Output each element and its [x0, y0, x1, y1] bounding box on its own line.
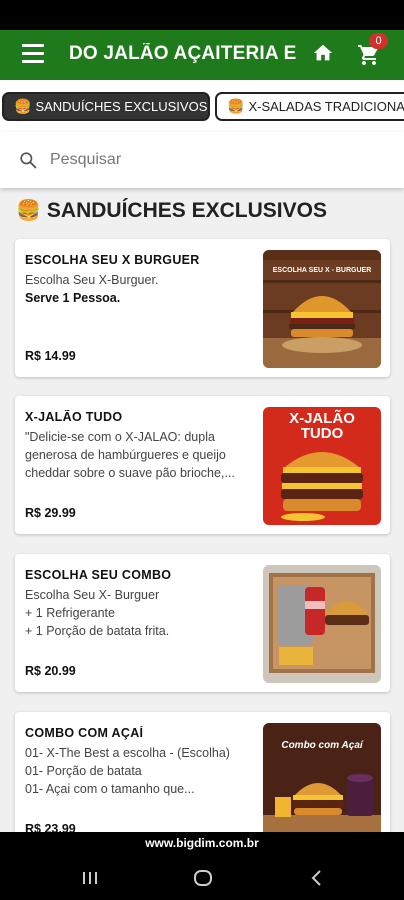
product-card[interactable]: COMBO COM AÇAÍ 01- X-The Best a escolha …	[15, 712, 390, 832]
website-footer: www.bigdim.com.br	[0, 832, 404, 854]
product-description: Escolha Seu X-Burguer. Serve 1 Pessoa.	[25, 271, 257, 307]
main-content: 🍔 SANDUÍCHES EXCLUSIVOS 🍔 X-SALADAS TRAD…	[0, 80, 404, 832]
search-icon	[20, 152, 37, 169]
product-card[interactable]: ESCOLHA SEU COMBO Escolha Seu X- Burguer…	[15, 554, 390, 692]
home-icon[interactable]	[312, 42, 334, 64]
description-line: + 1 Porção de batata frita.	[25, 624, 170, 638]
description-line: 01- Açai com o tamanho que...	[25, 782, 195, 796]
product-description: "Delicie-se com o X-JALAO: dupla generos…	[25, 428, 257, 482]
recents-icon[interactable]	[78, 866, 102, 890]
product-image[interactable]: ESCOLHA SEU X - BURGUER	[263, 250, 381, 368]
product-image[interactable]: Combo com Açaí	[263, 723, 381, 832]
description-line: 01- X-The Best a escolha - (Escolha)	[25, 746, 230, 760]
section-title-text: SANDUÍCHES EXCLUSIVOS	[46, 199, 327, 222]
back-icon[interactable]	[305, 866, 329, 890]
product-image[interactable]	[263, 565, 381, 683]
product-price: R$ 20.99	[25, 664, 76, 678]
description-line: "Delicie-se com o X-JALAO: dupla	[25, 430, 215, 444]
product-price: R$ 23.99	[25, 822, 76, 832]
description-line: + 1 Refrigerante	[25, 606, 115, 620]
status-bar	[0, 0, 404, 30]
product-title: X-JALÃO TUDO	[25, 410, 123, 424]
product-title: ESCOLHA SEU COMBO	[25, 568, 172, 582]
product-title: COMBO COM AÇAÍ	[25, 726, 144, 740]
product-image[interactable]: X-JALÃO TUDO	[263, 407, 381, 525]
description-line: 01- Porção de batata	[25, 764, 142, 778]
menu-icon[interactable]	[22, 44, 44, 64]
search-input[interactable]	[50, 146, 370, 174]
tab-x-saladas-tradicionais[interactable]: 🍔 X-SALADAS TRADICIONAIS	[215, 92, 404, 121]
system-nav-bar	[0, 854, 404, 900]
product-price: R$ 29.99	[25, 506, 76, 520]
tab-label: SANDUÍCHES EXCLUSIVOS	[35, 99, 208, 114]
product-price: R$ 14.99	[25, 349, 76, 363]
product-card[interactable]: ESCOLHA SEU X BURGUER Escolha Seu X-Burg…	[15, 239, 390, 377]
burger-icon: 🍔	[14, 98, 32, 114]
description-line-bold: Serve 1 Pessoa.	[25, 291, 121, 305]
description-line: generosa de hambúrgueres e queijo	[25, 448, 226, 462]
burger-icon: 🍔	[16, 200, 41, 222]
section-title: 🍔 SANDUÍCHES EXCLUSIVOS	[16, 198, 327, 223]
app-title: DO JALÃO AÇAITERIA E	[69, 43, 297, 64]
product-description: Escolha Seu X- Burguer + 1 Refrigerante …	[25, 586, 257, 640]
app-bar: DO JALÃO AÇAITERIA E	[0, 30, 404, 80]
description-line: cheddar sobre o suave pão brioche,...	[25, 466, 235, 480]
search-bar	[0, 132, 404, 188]
description-line: Escolha Seu X- Burguer	[25, 588, 160, 602]
circle-home-icon[interactable]	[191, 866, 215, 890]
category-tabs: 🍔 SANDUÍCHES EXCLUSIVOS 🍔 X-SALADAS TRAD…	[0, 80, 404, 132]
product-description: 01- X-The Best a escolha - (Escolha) 01-…	[25, 744, 257, 798]
image-caption: TUDO	[301, 425, 344, 442]
tab-label: X-SALADAS TRADICIONAIS	[248, 99, 404, 114]
cart-count-badge: 0	[369, 33, 388, 49]
description-line: Escolha Seu X-Burguer.	[25, 273, 159, 287]
product-title: ESCOLHA SEU X BURGUER	[25, 253, 200, 267]
product-card[interactable]: X-JALÃO TUDO "Delicie-se com o X-JALAO: …	[15, 396, 390, 534]
tab-sanduiches-exclusivos[interactable]: 🍔 SANDUÍCHES EXCLUSIVOS	[2, 92, 210, 121]
burger-icon: 🍔	[227, 98, 245, 114]
image-caption: ESCOLHA SEU X - BURGUER	[273, 267, 372, 274]
image-caption: Combo com Açaí	[281, 740, 364, 751]
